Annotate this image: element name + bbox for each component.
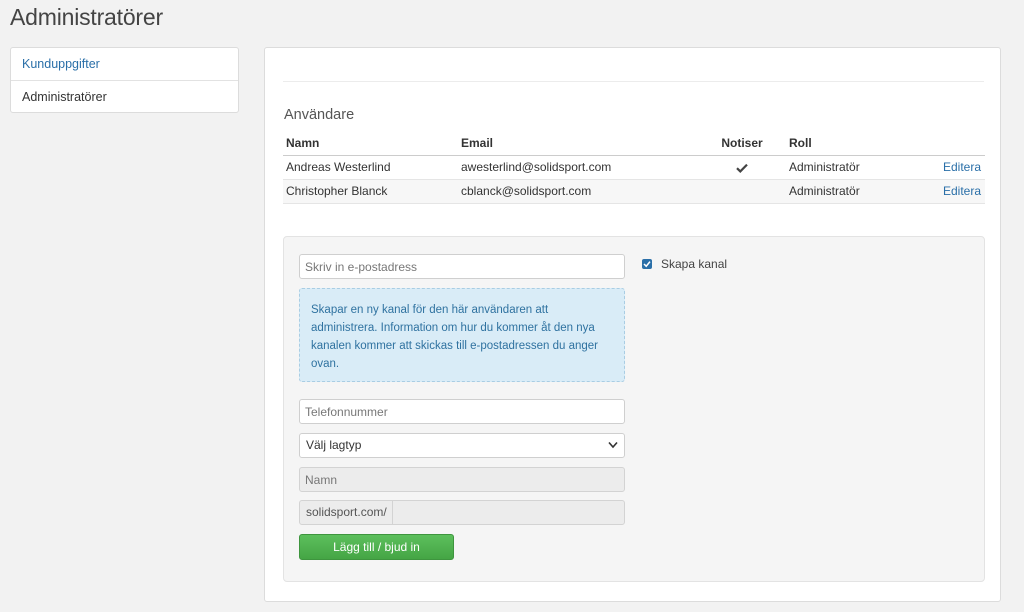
edit-cell: Editera: [906, 155, 985, 179]
url-prefix: solidsport.com/: [300, 501, 393, 524]
column-header-actions: [906, 131, 985, 156]
create-channel-label: Skapa kanal: [661, 257, 728, 271]
users-table: Namn Email Notiser Roll Andreas Westerli…: [283, 131, 985, 204]
phone-input[interactable]: [299, 399, 625, 424]
divider: [283, 81, 984, 82]
team-type-select[interactable]: Välj lagtyp: [299, 433, 625, 458]
user-name: Christopher Blanck: [283, 179, 458, 203]
column-header-name: Namn: [283, 131, 458, 156]
check-icon: [736, 163, 748, 173]
main-panel: Användare Namn Email Notiser Roll Andrea…: [264, 47, 1001, 602]
sidebar-nav: Kunduppgifter Administratörer: [10, 47, 239, 113]
edit-user-link[interactable]: Editera: [943, 160, 981, 174]
check-icon: [643, 261, 651, 268]
user-role: Administratör: [786, 179, 906, 203]
column-header-role: Roll: [786, 131, 906, 156]
user-email: awesterlind@solidsport.com: [461, 160, 612, 174]
email-input[interactable]: [299, 254, 625, 279]
channel-name-input[interactable]: [299, 467, 625, 492]
info-box: Skapar en ny kanal för den här användare…: [299, 288, 625, 382]
create-channel-checkbox[interactable]: [642, 259, 652, 269]
page-title: Administratörer: [10, 4, 163, 30]
table-row: Andreas Westerlind awesterlind@solidspor…: [283, 155, 985, 179]
team-type-selected-value: Välj lagtyp: [306, 438, 362, 452]
users-section-title: Användare: [284, 107, 355, 123]
add-admin-form: Skapar en ny kanal för den här användare…: [283, 236, 985, 582]
table-row: Christopher Blanck cblanck@solidsport.co…: [283, 179, 985, 203]
user-notis: [698, 155, 786, 179]
edit-cell: Editera: [906, 179, 985, 203]
user-notis: [698, 179, 786, 203]
user-name: Andreas Westerlind: [286, 160, 391, 174]
sidebar-item-kunduppgifter[interactable]: Kunduppgifter: [11, 48, 238, 80]
table-header-row: Namn Email Notiser Roll: [283, 131, 985, 156]
user-role: Administratör: [789, 160, 860, 174]
column-header-notis: Notiser: [698, 131, 786, 156]
edit-user-link[interactable]: Editera: [943, 184, 981, 198]
create-channel-option[interactable]: Skapa kanal: [642, 257, 727, 271]
chevron-down-icon: [608, 441, 618, 449]
sidebar-item-administratorer[interactable]: Administratörer: [11, 80, 238, 112]
user-email: cblanck@solidsport.com: [458, 179, 698, 203]
add-invite-button[interactable]: Lägg till / bjud in: [299, 534, 454, 560]
column-header-email: Email: [458, 131, 698, 156]
channel-url-field[interactable]: solidsport.com/: [299, 500, 625, 525]
